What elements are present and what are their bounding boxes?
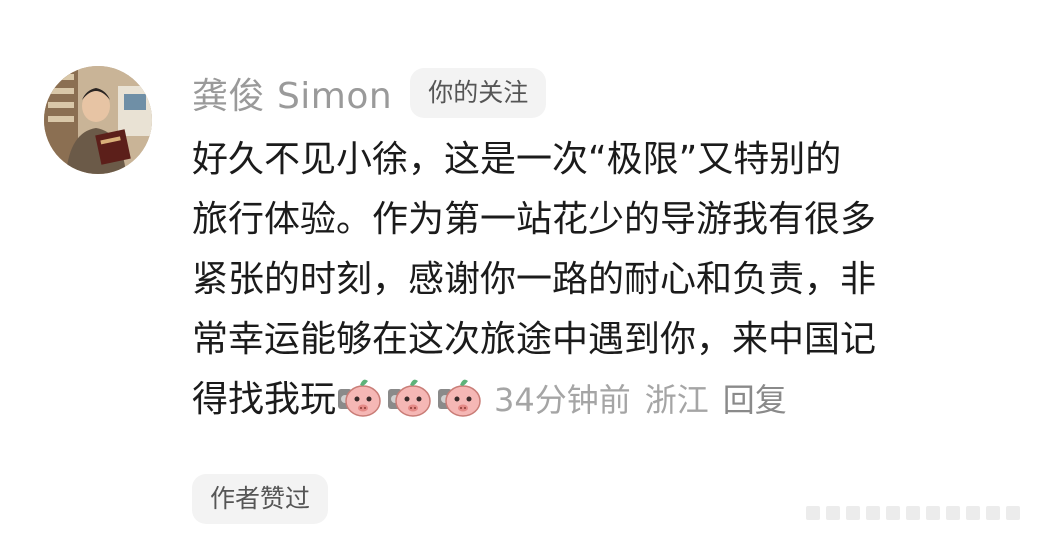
comment-last-line: 得找我玩 34分钟前 浙江 回复 <box>192 370 1012 430</box>
reply-button[interactable]: 回复 <box>723 381 787 419</box>
author-liked-badge: 作者赞过 <box>192 474 329 524</box>
comment-line: 常幸运能够在这次旅途中遇到你，来中国记 <box>192 319 877 360</box>
comment-line: 紧张的时刻，感谢你一路的耐心和负责，非 <box>192 259 877 300</box>
comment-line: 得找我玩 <box>192 379 337 420</box>
comment-location: 浙江 <box>644 381 709 419</box>
comment-card: 龚俊 Simon 你的关注 好久不见小徐，这是一次“极限”又特别的 旅行体验。作… <box>0 0 1050 536</box>
comment-meta: 34分钟前 浙江 回复 <box>494 381 801 419</box>
pig-camera-emoji <box>386 375 432 419</box>
comment-line: 旅行体验。作为第一站花少的导游我有很多 <box>192 199 877 240</box>
pig-camera-emoji <box>336 375 382 419</box>
watermark-icon <box>806 506 1020 520</box>
comment-time: 34分钟前 <box>494 381 631 419</box>
comment-line: 好久不见小徐，这是一次“极限”又特别的 <box>192 139 842 180</box>
comment-header: 龚俊 Simon 你的关注 <box>192 66 547 120</box>
follow-tag: 你的关注 <box>410 68 547 118</box>
comment-text: 好久不见小徐，这是一次“极限”又特别的 旅行体验。作为第一站花少的导游我有很多 … <box>192 130 1012 430</box>
pig-camera-emoji <box>436 375 482 419</box>
avatar[interactable] <box>44 66 152 174</box>
author-name[interactable]: 龚俊 Simon <box>192 67 392 119</box>
avatar-photo <box>44 66 152 174</box>
